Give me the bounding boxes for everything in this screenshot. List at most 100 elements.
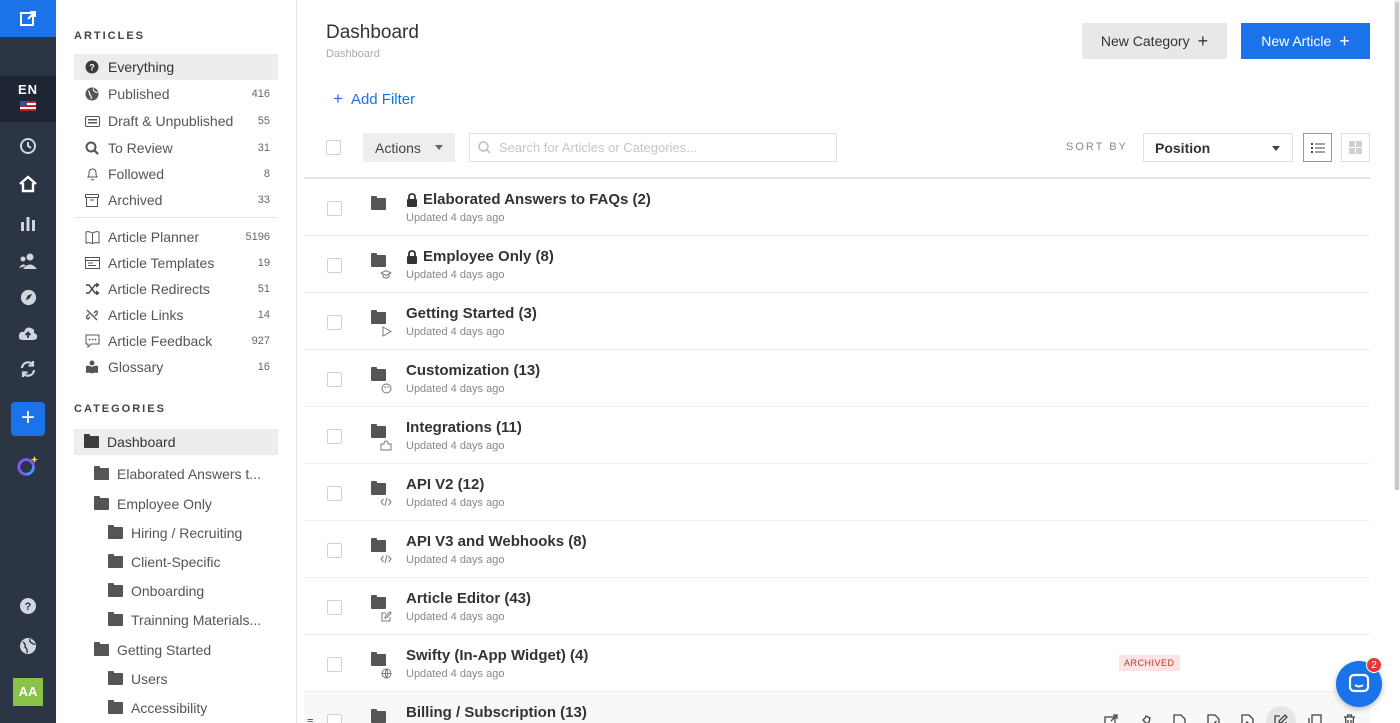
list-item[interactable]: Getting Started (3) Updated 4 days ago xyxy=(304,293,1370,350)
row-checkbox[interactable] xyxy=(327,258,342,273)
row-checkbox[interactable] xyxy=(327,600,342,615)
cloud-upload-button[interactable] xyxy=(17,322,39,344)
category-hiring-recruiting[interactable]: Hiring / Recruiting xyxy=(108,520,242,546)
export-file-button[interactable] xyxy=(1230,706,1264,723)
list-item[interactable]: Swifty (In-App Widget) (4) Updated 4 day… xyxy=(304,635,1370,692)
category-client-specific[interactable]: Client-Specific xyxy=(108,549,220,575)
open-row-button[interactable] xyxy=(1094,706,1128,723)
row-checkbox[interactable] xyxy=(327,657,342,672)
book-icon xyxy=(84,229,100,245)
search-input[interactable] xyxy=(499,140,819,155)
add-filter-button[interactable]: + Add Filter xyxy=(333,89,415,109)
list-item[interactable]: Elaborated Answers to FAQs (2) Updated 4… xyxy=(304,179,1370,236)
category-users[interactable]: Users xyxy=(108,666,168,692)
sidebar-item-glossary[interactable]: Glossary 16 xyxy=(74,354,278,380)
row-title[interactable]: Swifty (In-App Widget) (4) xyxy=(406,647,588,664)
select-all-checkbox[interactable] xyxy=(326,140,341,155)
row-title[interactable]: Customization (13) xyxy=(406,362,540,379)
sidebar-item-everything[interactable]: ? Everything xyxy=(74,54,278,80)
row-title[interactable]: Integrations (11) xyxy=(406,419,522,436)
category-getting-started[interactable]: Getting Started xyxy=(94,637,211,663)
list-item[interactable]: API V2 (12) Updated 4 days ago xyxy=(304,464,1370,521)
list-view-button[interactable] xyxy=(1303,133,1332,162)
row-title[interactable]: Getting Started (3) xyxy=(406,305,537,322)
row-updated: Updated 4 days ago xyxy=(406,497,505,509)
category-accessibility[interactable]: Accessibility xyxy=(108,695,207,721)
category-elaborated-answers[interactable]: Elaborated Answers t... xyxy=(94,461,261,487)
category-trainning-materials[interactable]: Trainning Materials... xyxy=(108,607,261,633)
open-external-button[interactable] xyxy=(0,0,56,37)
list-item[interactable]: Article Editor (43) Updated 4 days ago xyxy=(304,578,1370,635)
edit-row-button[interactable] xyxy=(1266,706,1296,723)
new-category-button[interactable]: New Category + xyxy=(1082,23,1227,59)
sidebar-item-article-feedback[interactable]: Article Feedback 927 xyxy=(74,328,278,354)
chat-launcher-button[interactable]: 2 xyxy=(1336,657,1382,707)
team-button[interactable] xyxy=(17,250,39,272)
sidebar-item-count: 16 xyxy=(257,361,270,373)
move-row-button[interactable] xyxy=(1128,706,1162,723)
category-label: Accessibility xyxy=(131,700,208,716)
row-updated: Updated 4 days ago xyxy=(406,326,505,338)
breadcrumb[interactable]: Dashboard xyxy=(326,48,380,60)
export-doc-button[interactable] xyxy=(1196,706,1230,723)
drag-handle-icon[interactable]: ≡ xyxy=(307,716,313,723)
folder-icon xyxy=(108,554,123,568)
sidebar-item-article-redirects[interactable]: Article Redirects 51 xyxy=(74,276,278,302)
sidebar-item-article-templates[interactable]: Article Templates 19 xyxy=(74,250,278,276)
avatar[interactable]: AA xyxy=(13,678,43,706)
export-pdf-button[interactable] xyxy=(1162,706,1196,723)
search-box xyxy=(469,133,837,162)
search-icon xyxy=(478,141,491,154)
pin-icon xyxy=(1141,714,1151,723)
app-rail: EN + ? AA xyxy=(0,0,56,723)
row-checkbox[interactable] xyxy=(327,429,342,444)
row-checkbox[interactable] xyxy=(327,315,342,330)
sidebar-item-count: 927 xyxy=(251,335,270,347)
duplicate-row-button[interactable] xyxy=(1298,706,1332,723)
row-checkbox[interactable] xyxy=(327,201,342,216)
row-title[interactable]: Elaborated Answers to FAQs (2) xyxy=(423,191,651,208)
list-item[interactable]: Customization (13) Updated 4 days ago xyxy=(304,350,1370,407)
category-employee-only[interactable]: Employee Only xyxy=(94,491,212,517)
row-title[interactable]: API V2 (12) xyxy=(406,476,484,493)
sidebar-item-to-review[interactable]: To Review 31 xyxy=(74,135,278,161)
sort-select[interactable]: Position xyxy=(1143,133,1293,162)
list-item[interactable]: API V3 and Webhooks (8) Updated 4 days a… xyxy=(304,521,1370,578)
new-article-button[interactable]: New Article + xyxy=(1241,23,1370,59)
row-title[interactable]: Billing / Subscription (13) xyxy=(406,704,587,721)
list-item[interactable]: Integrations (11) Updated 4 days ago xyxy=(304,407,1370,464)
sync-button[interactable] xyxy=(17,358,39,380)
help-button[interactable]: ? xyxy=(17,595,39,617)
row-checkbox[interactable] xyxy=(327,543,342,558)
sidebar-item-article-links[interactable]: Article Links 14 xyxy=(74,302,278,328)
scrollbar[interactable] xyxy=(1394,0,1400,490)
row-checkbox[interactable] xyxy=(327,714,342,723)
explore-button[interactable] xyxy=(17,286,39,308)
delete-row-button[interactable] xyxy=(1332,706,1366,723)
row-title[interactable]: API V3 and Webhooks (8) xyxy=(406,533,587,550)
analytics-button[interactable] xyxy=(17,212,39,234)
category-dashboard[interactable]: Dashboard xyxy=(74,429,278,455)
ai-assistant-button[interactable] xyxy=(17,455,39,477)
sidebar-item-draft[interactable]: Draft & Unpublished 55 xyxy=(74,108,278,134)
list-item[interactable]: ≡ Billing / Subscription (13) xyxy=(304,692,1370,723)
sidebar-item-published[interactable]: Published 416 xyxy=(74,81,278,107)
category-onboarding[interactable]: Onboarding xyxy=(108,578,204,604)
plus-icon: + xyxy=(1197,30,1209,51)
sidebar-item-followed[interactable]: Followed 8 xyxy=(74,161,278,187)
row-checkbox[interactable] xyxy=(327,486,342,501)
list-item[interactable]: Employee Only (8) Updated 4 days ago xyxy=(304,236,1370,293)
row-title[interactable]: Employee Only (8) xyxy=(423,248,554,265)
lock-icon xyxy=(407,249,417,264)
actions-dropdown[interactable]: Actions xyxy=(363,133,455,162)
sidebar-item-article-planner[interactable]: Article Planner 5196 xyxy=(74,224,278,250)
row-title[interactable]: Article Editor (43) xyxy=(406,590,531,607)
history-button[interactable] xyxy=(17,135,39,157)
row-checkbox[interactable] xyxy=(327,372,342,387)
create-button[interactable]: + xyxy=(11,402,45,436)
language-globe-button[interactable] xyxy=(17,635,39,657)
grid-view-button[interactable] xyxy=(1341,133,1370,162)
home-button[interactable] xyxy=(17,173,39,195)
language-switcher[interactable]: EN xyxy=(0,76,56,122)
sidebar-item-archived[interactable]: Archived 33 xyxy=(74,187,278,213)
